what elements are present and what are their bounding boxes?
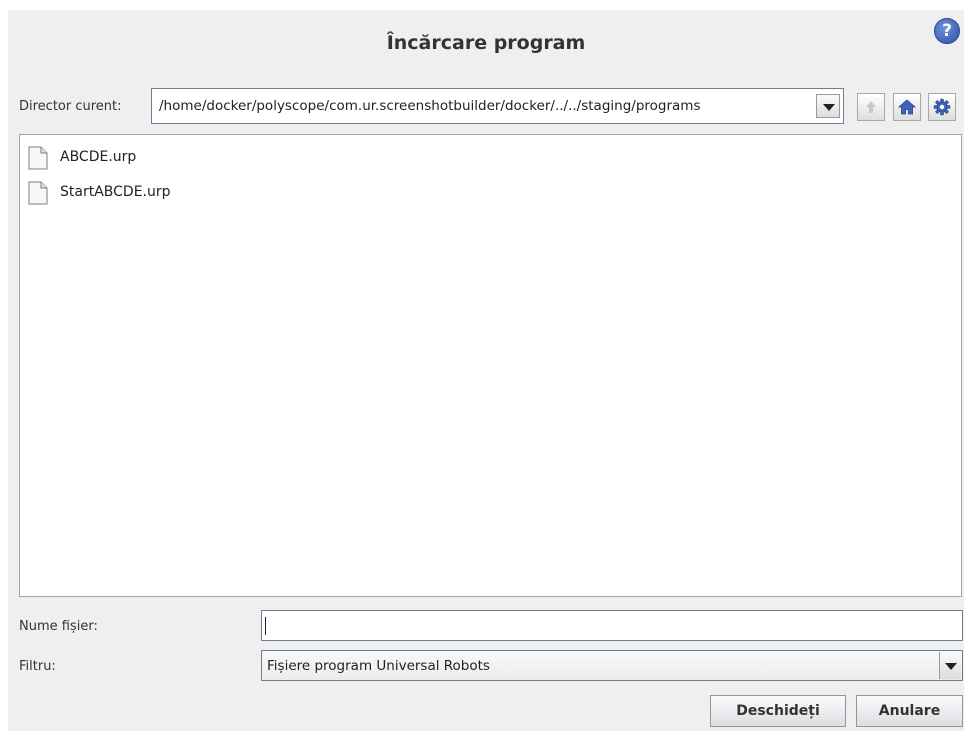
file-name: StartABCDE.urp <box>60 184 171 200</box>
chevron-down-icon <box>945 663 957 670</box>
chevron-down-icon <box>823 104 835 111</box>
filter-label: Filtru: <box>19 659 56 674</box>
parent-directory-button[interactable] <box>857 93 885 121</box>
gear-icon <box>933 98 951 116</box>
current-directory-label: Director curent: <box>19 99 122 114</box>
current-directory-path: /home/docker/polyscope/com.ur.screenshot… <box>159 98 701 114</box>
current-directory-dropdown[interactable]: /home/docker/polyscope/com.ur.screenshot… <box>151 88 844 124</box>
file-name-label: Nume fișier: <box>19 619 98 634</box>
file-icon <box>28 181 48 205</box>
open-button[interactable]: Deschideți <box>710 695 846 727</box>
filter-dropdown[interactable]: Fișiere program Universal Robots <box>261 650 963 681</box>
help-icon[interactable]: ? <box>934 18 960 44</box>
file-list[interactable]: ABCDE.urp StartABCDE.urp <box>19 134 962 597</box>
load-program-dialog: Încărcare program ? Director curent: /ho… <box>8 10 964 731</box>
settings-button[interactable] <box>928 93 956 121</box>
file-icon <box>28 146 48 170</box>
text-caret <box>265 617 266 635</box>
filter-dropdown-button[interactable] <box>939 652 961 679</box>
dialog-title: Încărcare program <box>386 32 586 54</box>
arrow-up-icon <box>866 101 876 113</box>
filter-selected-value: Fișiere program Universal Robots <box>267 658 490 674</box>
file-name: ABCDE.urp <box>60 149 137 165</box>
file-name-field[interactable] <box>261 610 963 641</box>
home-icon <box>897 99 917 115</box>
cancel-button[interactable]: Anulare <box>856 695 963 727</box>
directory-dropdown-button[interactable] <box>816 94 840 118</box>
home-directory-button[interactable] <box>893 93 921 121</box>
